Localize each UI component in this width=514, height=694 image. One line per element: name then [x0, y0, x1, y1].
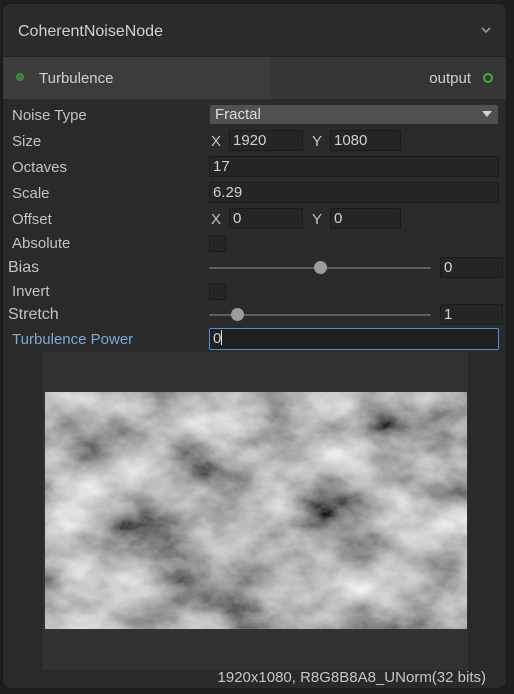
noise-type-row: Noise Type Fractal: [3, 104, 506, 128]
octaves-field[interactable]: 17: [209, 156, 499, 177]
turbulence-power-row: Turbulence Power 0: [3, 328, 506, 352]
offset-x-field[interactable]: 0: [229, 208, 303, 229]
turbulence-power-field[interactable]: 0: [209, 328, 499, 350]
coherent-noise-node: CoherentNoiseNode Turbulence output Nois…: [2, 3, 507, 689]
noise-type-value: Fractal: [215, 106, 261, 123]
invert-label: Invert: [12, 283, 50, 300]
size-y-field[interactable]: 1080: [330, 130, 401, 151]
size-x-axis-label: X: [211, 133, 222, 150]
text-caret: [221, 330, 223, 345]
output-port-label: output: [429, 70, 471, 87]
stretch-row: Stretch 1: [3, 303, 506, 327]
stretch-field[interactable]: 1: [440, 304, 503, 325]
bias-row: Bias 0: [3, 256, 506, 280]
stretch-label: Stretch: [8, 306, 59, 323]
node-title: CoherentNoiseNode: [18, 23, 163, 40]
offset-y-field[interactable]: 0: [330, 208, 401, 229]
absolute-label: Absolute: [12, 235, 71, 252]
scale-row: Scale 6.29: [3, 182, 506, 206]
absolute-checkbox[interactable]: [209, 235, 226, 252]
size-y-axis-label: Y: [312, 133, 323, 150]
size-row: Size X 1920 Y 1080: [3, 130, 506, 154]
turbulence-power-label: Turbulence Power: [12, 331, 134, 348]
turbulence-power-value: 0: [213, 330, 222, 347]
chevron-down-icon[interactable]: [478, 22, 494, 38]
octaves-row: Octaves 17: [3, 156, 506, 180]
invert-row: Invert: [3, 280, 506, 304]
stretch-slider-thumb[interactable]: [231, 308, 245, 321]
dropdown-arrow-icon: [482, 111, 492, 117]
scale-field[interactable]: 6.29: [209, 182, 499, 203]
node-header[interactable]: CoherentNoiseNode: [3, 4, 506, 57]
bias-label: Bias: [8, 259, 40, 276]
size-x-field[interactable]: 1920: [229, 130, 303, 151]
output-port-dot-icon[interactable]: [483, 73, 493, 83]
bias-field[interactable]: 0: [440, 257, 503, 278]
octaves-label: Octaves: [12, 159, 68, 176]
bias-slider-thumb[interactable]: [313, 261, 327, 274]
absolute-row: Absolute: [3, 232, 506, 256]
offset-y-axis-label: Y: [312, 211, 323, 228]
offset-row: Offset X 0 Y 0: [3, 208, 506, 232]
noise-type-label: Noise Type: [12, 107, 87, 124]
offset-label: Offset: [12, 211, 52, 228]
offset-x-axis-label: X: [211, 211, 222, 228]
noise-type-dropdown[interactable]: Fractal: [209, 104, 499, 125]
input-port-turbulence[interactable]: Turbulence: [3, 57, 271, 99]
ports-bar: Turbulence output: [3, 57, 506, 99]
input-port-dot-icon[interactable]: [16, 73, 24, 81]
invert-checkbox[interactable]: [209, 283, 226, 300]
size-label: Size: [12, 133, 42, 150]
scale-label: Scale: [12, 185, 50, 202]
noise-preview-image: [45, 392, 467, 629]
input-port-label: Turbulence: [39, 70, 114, 87]
preview-info: 1920x1080, R8G8B8A8_UNorm(32 bits): [217, 669, 486, 686]
